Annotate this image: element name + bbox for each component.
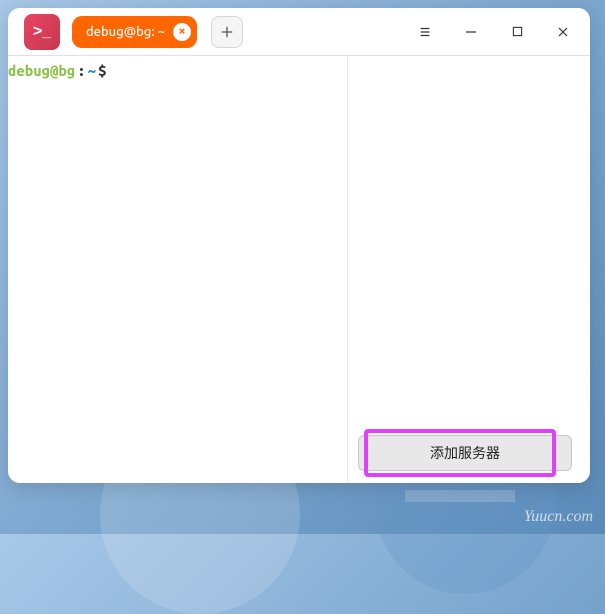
- content-area: debug@bg : ~ $ 添加服务器: [8, 56, 590, 483]
- terminal-pane[interactable]: debug@bg : ~ $: [8, 56, 348, 483]
- side-panel: 添加服务器: [348, 56, 590, 483]
- app-icon: >_: [24, 14, 60, 50]
- new-tab-button[interactable]: [211, 16, 243, 48]
- background-decoration: [405, 490, 515, 502]
- tab-active[interactable]: debug@bg: ~ ×: [72, 16, 197, 48]
- add-server-label: 添加服务器: [430, 443, 500, 463]
- watermark-text: Yuucn.com: [524, 508, 593, 526]
- terminal-separator: :: [77, 62, 85, 79]
- terminal-user-host: debug@bg: [8, 62, 75, 79]
- terminal-prompt-line: debug@bg : ~ $: [8, 62, 347, 79]
- terminal-window: >_ debug@bg: ~ × debug@bg: [8, 8, 590, 483]
- window-controls: [402, 12, 586, 52]
- terminal-prompt-symbol: $: [98, 62, 106, 79]
- hamburger-menu-button[interactable]: [402, 12, 448, 52]
- add-server-button[interactable]: 添加服务器: [358, 435, 572, 471]
- close-button[interactable]: [540, 12, 586, 52]
- title-bar: >_ debug@bg: ~ ×: [8, 8, 590, 56]
- maximize-button[interactable]: [494, 12, 540, 52]
- terminal-path: ~: [88, 62, 96, 79]
- tab-label: debug@bg: ~: [86, 25, 165, 39]
- close-tab-icon[interactable]: ×: [173, 23, 191, 41]
- minimize-button[interactable]: [448, 12, 494, 52]
